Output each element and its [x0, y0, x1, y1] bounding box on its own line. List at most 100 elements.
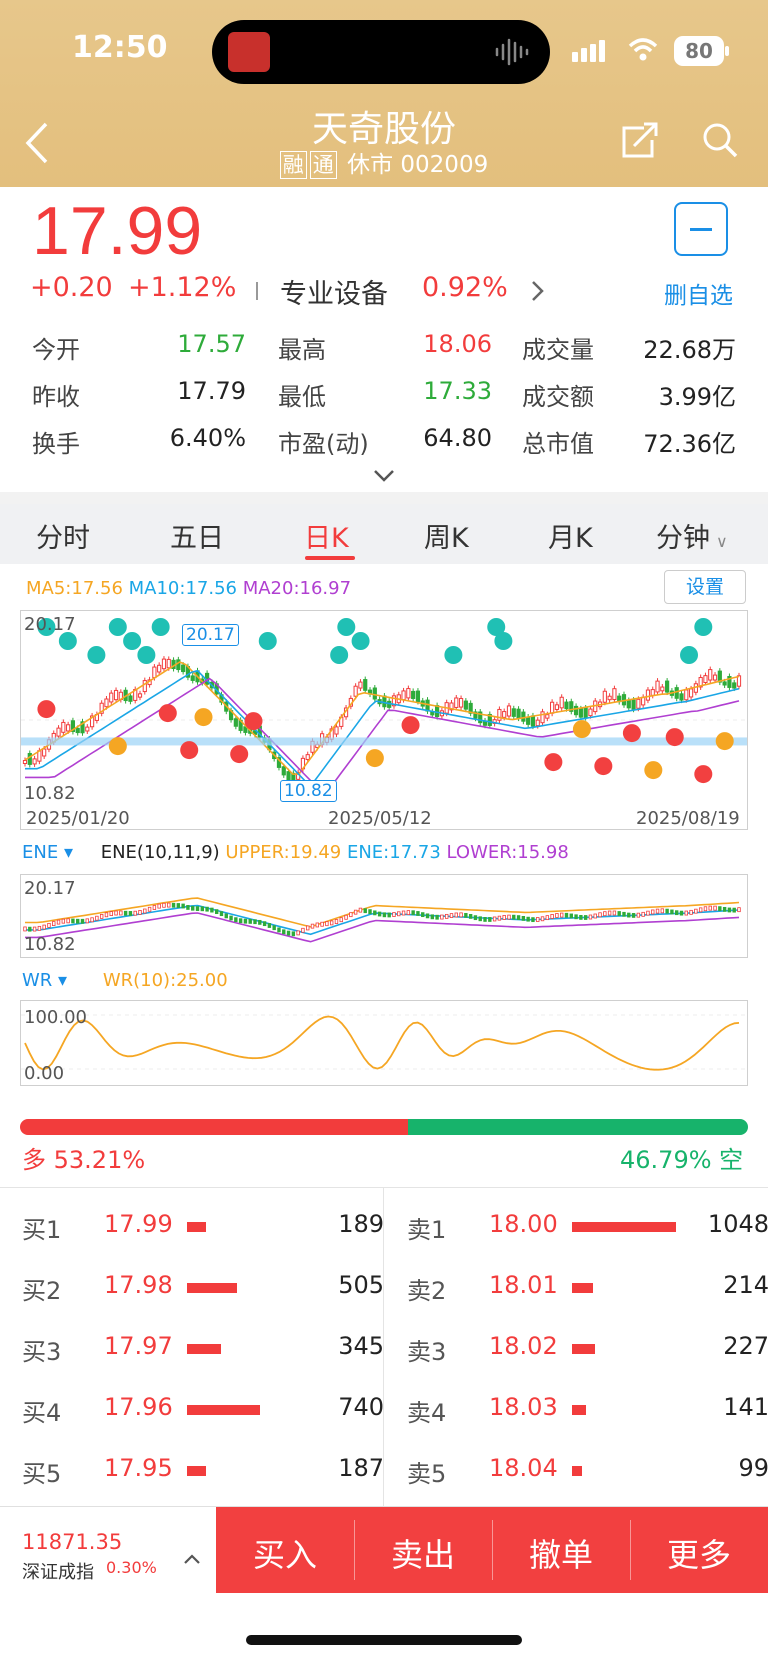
short-ratio-bar	[408, 1119, 748, 1135]
order-price: 17.98	[104, 1271, 173, 1299]
order-price: 17.97	[104, 1332, 173, 1360]
ene-candle	[574, 914, 578, 920]
ene-candle	[224, 913, 228, 919]
ene-candle	[603, 911, 607, 917]
chart-settings-button[interactable]: 设置	[664, 570, 746, 604]
candle-body	[358, 681, 363, 689]
order-price: 18.02	[489, 1332, 558, 1360]
buy-signal-marker	[665, 728, 684, 747]
stat-value: 17.79	[177, 377, 246, 405]
ene-candle	[133, 910, 137, 916]
ene-candle	[516, 915, 521, 921]
candle-body	[425, 699, 430, 712]
ene-candle	[550, 914, 554, 919]
candle-body	[679, 693, 684, 701]
candle-body	[372, 687, 377, 700]
order-volume: 189	[338, 1210, 384, 1238]
ene-candle	[368, 909, 372, 915]
order-volume-bar	[572, 1466, 582, 1476]
candle-body	[636, 698, 641, 709]
sector-name[interactable]: 专业设备	[280, 272, 388, 311]
candle-body	[353, 685, 358, 697]
tab-intraday[interactable]: 分时	[36, 516, 90, 555]
tab-five-day[interactable]: 五日	[170, 516, 224, 555]
candle-body	[109, 692, 114, 703]
ene-candle	[310, 923, 315, 929]
ene-candle	[267, 923, 272, 928]
candle-body	[152, 666, 157, 679]
ene-candle	[191, 905, 195, 911]
ene-candle	[698, 907, 703, 913]
buy-button[interactable]: 买入	[216, 1530, 354, 1576]
order-volume-bar	[187, 1405, 260, 1415]
candle-body	[607, 695, 612, 701]
sell-signal-marker	[137, 646, 156, 664]
candle-body	[181, 664, 186, 673]
candle-body	[166, 658, 171, 669]
ene-candle	[593, 913, 597, 919]
ene-chart-panel[interactable]	[20, 874, 748, 958]
margin-tag: 融	[279, 151, 307, 179]
index-change-pct[interactable]: 0.30%	[106, 1558, 157, 1577]
ene-candle	[23, 926, 27, 932]
cancel-order-button[interactable]: 撤单	[492, 1530, 630, 1576]
chevron-right-icon[interactable]	[530, 279, 546, 303]
ene-candle	[727, 907, 732, 913]
ene-candle	[76, 918, 80, 924]
audio-wave-icon	[495, 38, 529, 66]
app-activity-icon	[228, 32, 270, 72]
tab-daily-k[interactable]: 日K	[304, 516, 349, 555]
tab-weekly-k[interactable]: 周K	[424, 516, 469, 555]
order-volume: 227	[723, 1332, 768, 1360]
price-change-pct: +1.12%	[128, 272, 237, 303]
sell-signal-marker	[123, 632, 142, 650]
candle-body	[137, 693, 143, 698]
candle-body	[454, 697, 459, 708]
share-icon[interactable]	[620, 120, 660, 160]
section-gap	[0, 492, 768, 504]
kline-chart-panel[interactable]	[20, 610, 748, 830]
long-ratio-bar	[20, 1119, 408, 1135]
tab-minute[interactable]: 分钟 ∨	[656, 516, 728, 555]
ene-candle	[588, 914, 593, 920]
order-level-label: 卖2	[407, 1277, 447, 1305]
sector-change-pct[interactable]: 0.92%	[422, 272, 508, 303]
search-icon[interactable]	[700, 120, 740, 160]
ene-candle	[722, 906, 727, 912]
remove-watchlist-label[interactable]: 删自选	[664, 276, 733, 310]
candle-body	[463, 700, 468, 710]
chevron-down-icon[interactable]	[372, 468, 396, 484]
sell-button[interactable]: 卖出	[354, 1530, 492, 1576]
candle-body	[305, 754, 310, 760]
wr-chart-panel[interactable]	[20, 1000, 748, 1086]
candle-body	[42, 748, 47, 757]
sell-signal-marker	[351, 632, 370, 650]
index-value[interactable]: 11871.35	[22, 1530, 122, 1554]
ene-candle	[272, 925, 276, 931]
date-label-start: 2025/01/20	[26, 808, 130, 829]
ene-candle	[373, 910, 377, 916]
candle-body	[406, 688, 411, 699]
order-level-label: 买5	[22, 1460, 62, 1488]
long-label: 多	[22, 1146, 46, 1174]
ene-candle	[128, 911, 133, 916]
ene-candle	[325, 921, 329, 927]
candle-body	[545, 714, 550, 719]
ene-selector[interactable]: ENE ▾	[22, 842, 73, 863]
remove-watchlist-button[interactable]	[674, 202, 728, 256]
ene-candle	[492, 916, 497, 922]
ene-candle	[109, 911, 113, 916]
ene-candle	[708, 905, 712, 911]
sell-signal-marker	[108, 618, 127, 636]
candle-body	[497, 708, 502, 721]
candle-body	[233, 718, 238, 727]
more-button[interactable]: 更多	[630, 1530, 768, 1576]
sell-signal-marker	[444, 646, 463, 664]
tab-monthly-k[interactable]: 月K	[548, 516, 593, 555]
index-name[interactable]: 深证成指	[22, 1558, 94, 1584]
chevron-up-icon[interactable]	[182, 1552, 202, 1566]
buy-signal-marker	[230, 745, 249, 764]
candle-body	[113, 689, 119, 701]
wr-selector[interactable]: WR ▾	[22, 970, 67, 991]
ene-candle	[694, 908, 698, 914]
